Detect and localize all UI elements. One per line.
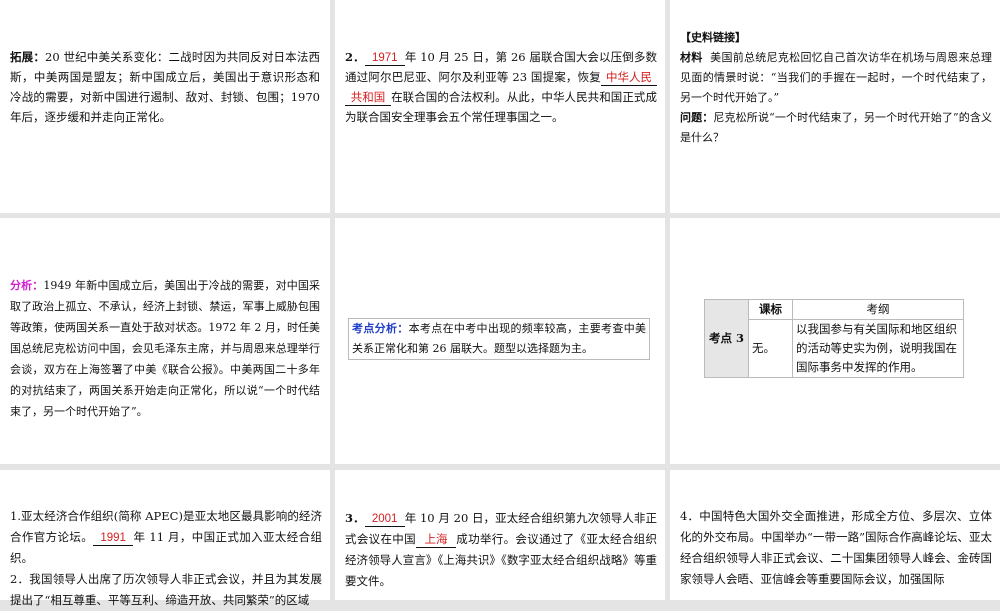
cell: 无。 [748, 319, 793, 378]
col-header: 课标 [748, 299, 793, 320]
answer-blank: 2001 [364, 512, 405, 527]
col-header: 考纲 [792, 299, 964, 320]
panel-question-2: 2． 1971 年 10 月 25 日，第 26 届联合国大会以压倒多数通过阿尔巴尼… [335, 0, 665, 213]
panel-exam-point: 考点 3 课标 考纲 无。 以我国参与有关国际和地区组织的活动等史实为例，说明我国在国… [670, 218, 1000, 464]
question-2-text: 2． 1971 年 10 月 25 日，第 26 届联合国大会以压倒多数通过阿尔巴尼… [345, 50, 657, 124]
cell: 以我国参与有关国际和地区组织的活动等史实为例，说明我国在国际事务中发挥的作用。 [792, 319, 964, 378]
answer-blank: 共和国 [345, 91, 391, 106]
panel-apec-1: 1.亚太经济合作组织(简称 APEC)是亚太地区最具影响的经济合作官方论坛。 19… [0, 470, 330, 607]
apec-1-text: 1.亚太经济合作组织(简称 APEC)是亚太地区最具影响的经济合作官方论坛。 19… [10, 509, 322, 607]
diplomacy-4-text: 4．中国特色大国外交全面推进，形成全方位、多层次、立体化的外交布局。中国举办“一… [680, 509, 992, 586]
answer-blank: 1971 [364, 51, 405, 66]
panel-exam-analysis: 考点分析：本考点在中考中出现的频率较高，主要考查中美关系正常化和第 26 届联大… [335, 218, 665, 464]
panel-analysis: 分析：1949 年新中国成立后，美国出于冷战的需要，对中国采取了政治上孤立、不承… [0, 218, 330, 464]
panel-diplomacy-4: 4．中国特色大国外交全面推进，形成全方位、多层次、立体化的外交布局。中国举办“一… [670, 470, 1000, 600]
panel-expansion: 拓展：20 世纪中美关系变化：二战时因为共同反对日本法西斯，中美两国是盟友；新中… [0, 0, 330, 213]
panel-apec-3: 3． 2001 年 10 月 20 日，亚太经合组织第九次领导人非正式会议在中国 上海… [335, 470, 665, 600]
answer-blank: 1991 [93, 531, 134, 546]
apec-3-text: 3． 2001 年 10 月 20 日，亚太经合组织第九次领导人非正式会议在中国 上海… [345, 511, 658, 588]
exam-point-table: 考点 3 课标 考纲 无。 以我国参与有关国际和地区组织的活动等史实为例，说明我国在国… [704, 299, 964, 378]
expansion-text: 拓展：20 世纪中美关系变化：二战时因为共同反对日本法西斯，中美两国是盟友；新中… [10, 50, 321, 124]
panel-source-link: 【史料链接】 材料 美国前总统尼克松回忆自己首次访华在机场与周恩来总理见面的情景时… [670, 0, 1000, 213]
exam-analysis-box: 考点分析：本考点在中考中出现的频率较高，主要考查中美关系正常化和第 26 届联大… [348, 318, 650, 360]
answer-blank: 中华人民 [601, 71, 657, 86]
source-link-text: 【史料链接】 材料 美国前总统尼克松回忆自己首次访华在机场与周恩来总理见面的情景时… [680, 31, 993, 144]
row-header: 考点 3 [704, 299, 749, 378]
answer-blank: 上海 [415, 533, 456, 548]
analysis-text: 分析：1949 年新中国成立后，美国出于冷战的需要，对中国采取了政治上孤立、不承… [10, 279, 320, 418]
